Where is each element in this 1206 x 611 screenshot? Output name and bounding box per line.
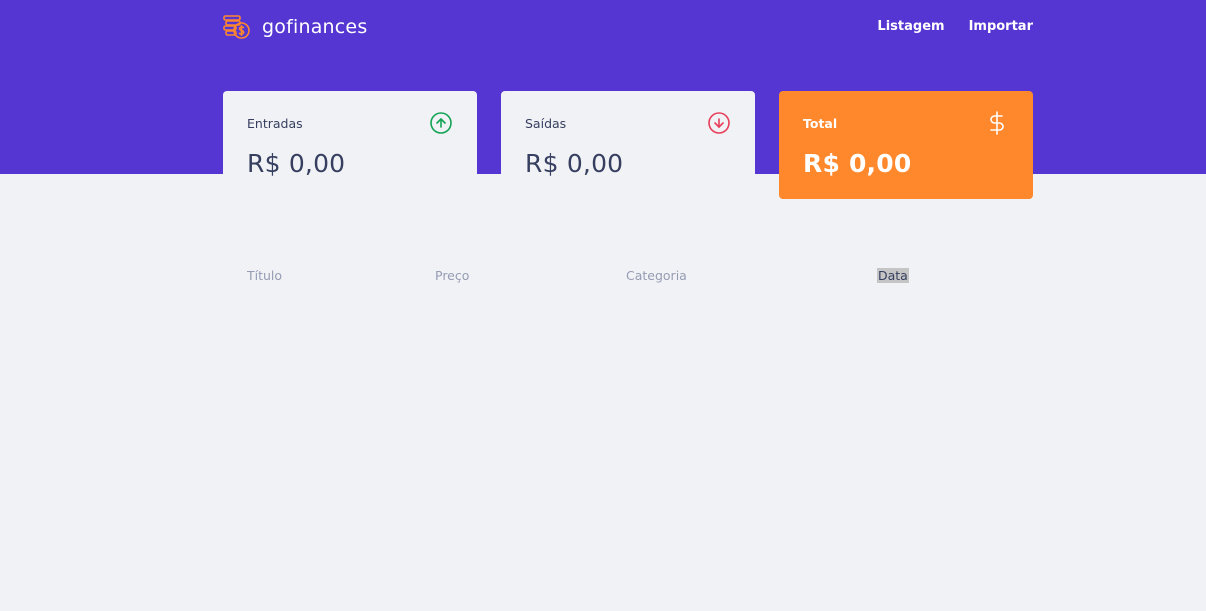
outcome-card-label: Saídas bbox=[525, 115, 567, 131]
dollar-sign-icon bbox=[990, 111, 1004, 135]
transactions-table-header: Título Preço Categoria Data bbox=[247, 268, 1033, 286]
total-card-label: Total bbox=[803, 115, 838, 131]
nav-link-listagem[interactable]: Listagem bbox=[877, 19, 944, 34]
column-header-preco[interactable]: Preço bbox=[435, 268, 469, 283]
arrow-down-circle-icon bbox=[708, 112, 730, 134]
total-card: Total R$ 0,00 bbox=[779, 91, 1033, 199]
arrow-up-circle-icon bbox=[430, 112, 452, 134]
total-card-value: R$ 0,00 bbox=[803, 149, 912, 178]
income-card-label: Entradas bbox=[247, 115, 303, 131]
coins-logo-icon bbox=[223, 15, 250, 39]
logo[interactable]: gofinances bbox=[222, 13, 367, 41]
column-header-data[interactable]: Data bbox=[877, 268, 909, 283]
outcome-card: Saídas R$ 0,00 bbox=[501, 91, 755, 199]
income-card: Entradas R$ 0,00 bbox=[223, 91, 477, 199]
outcome-card-value: R$ 0,00 bbox=[525, 149, 624, 178]
income-card-value: R$ 0,00 bbox=[247, 149, 346, 178]
column-header-categoria[interactable]: Categoria bbox=[626, 268, 687, 283]
logo-text: gofinances bbox=[262, 16, 368, 38]
column-header-titulo[interactable]: Título bbox=[247, 268, 282, 283]
top-nav: Listagem Importar bbox=[877, 19, 1033, 34]
nav-link-importar[interactable]: Importar bbox=[969, 19, 1033, 34]
